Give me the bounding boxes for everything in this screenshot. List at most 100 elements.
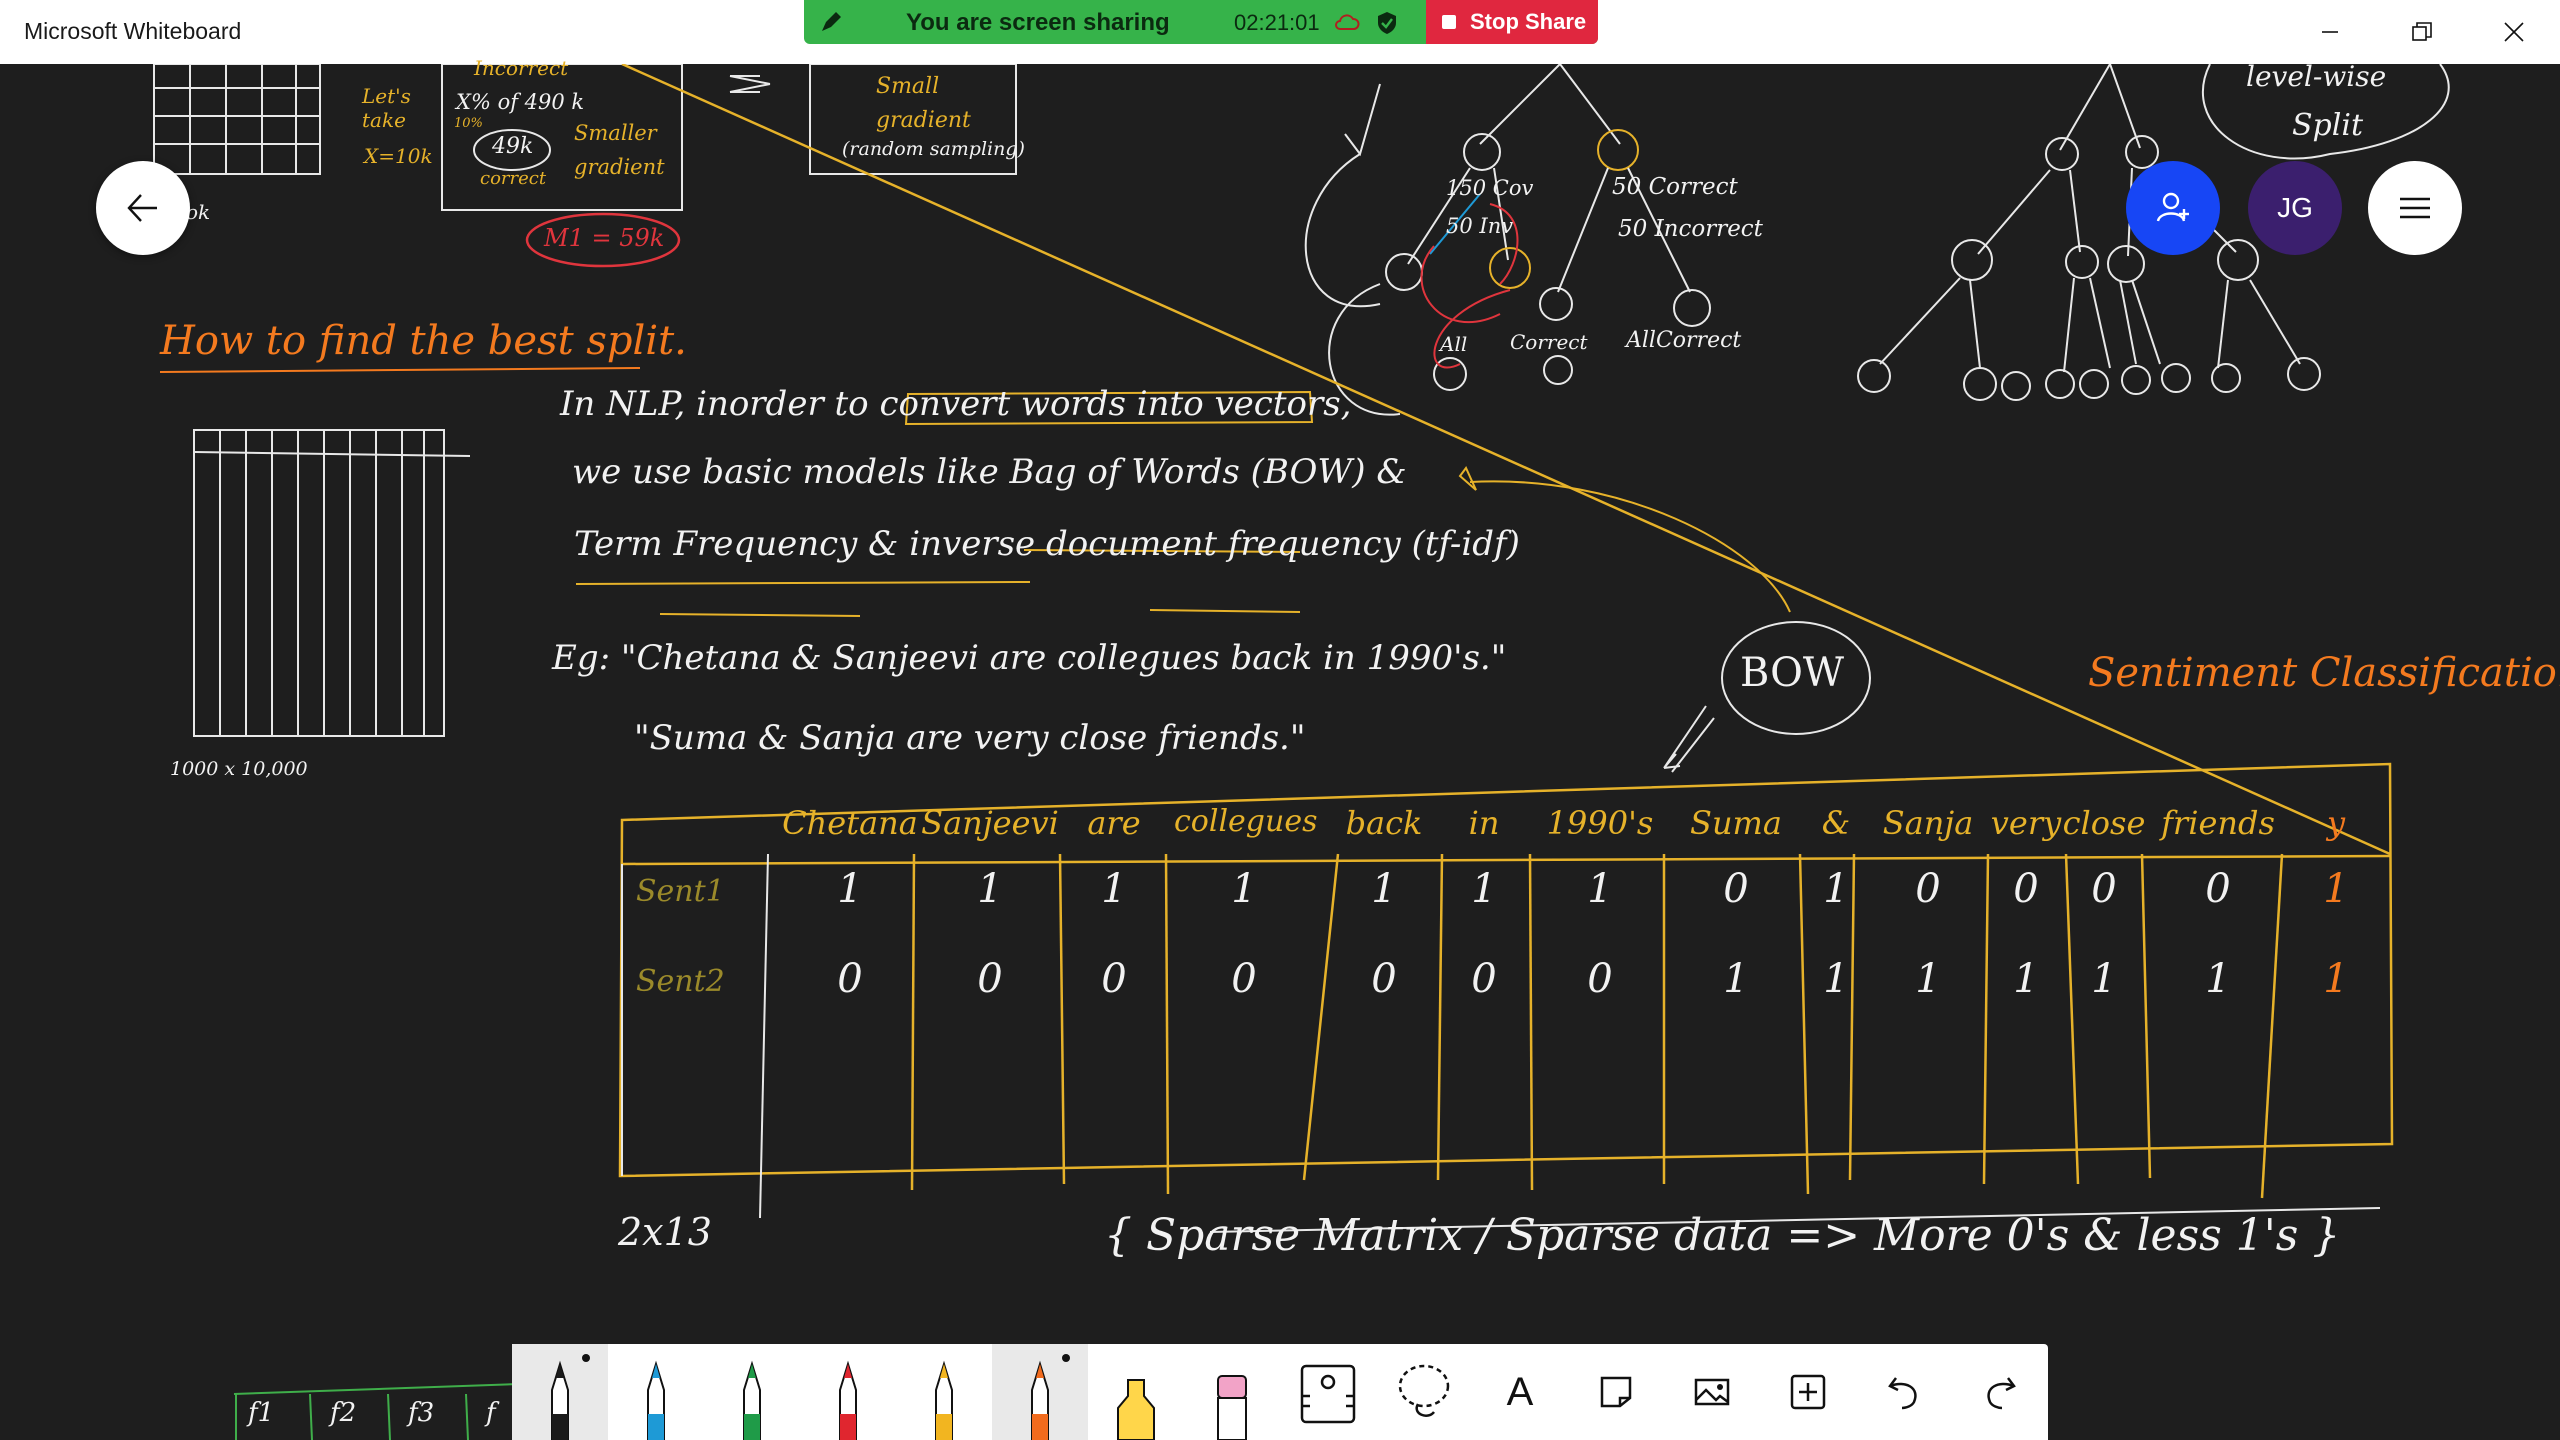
lasso-tool[interactable] [1376,1344,1472,1440]
pen-orange-tool[interactable] [992,1344,1088,1440]
table-cell: 1 [1915,956,1941,1002]
table-cell: 0 [837,956,863,1002]
note-x-10k: X=10k [364,144,433,168]
sparse-matrix-note: { Sparse Matrix / Sparse data => More 0'… [1104,1210,2341,1261]
minimize-button[interactable] [2284,0,2376,64]
screen-share-bar: You are screen sharing 02:21:01 Stop Sha… [804,0,1598,44]
note-all: All [1440,332,1468,356]
note-all-correct: AllCorrect [1626,328,1742,353]
minimize-icon [2322,31,2338,33]
pen-blue-tool[interactable] [608,1344,704,1440]
note-correct: correct [480,168,547,189]
insert-icon [1790,1374,1826,1410]
stop-share-button[interactable]: Stop Share [1426,0,1598,44]
bow-bubble-outline [1663,621,1871,773]
note-random-sampling: (random sampling) [842,138,1025,160]
table-cell: 1 [1823,956,1849,1002]
table-header-cell: Chetana [782,804,918,842]
table-cell: 1 [837,866,863,912]
table-cell: 1 [1371,866,1397,912]
image-tool[interactable] [1664,1344,1760,1440]
table-header-cell: are [1087,804,1141,842]
whiteboard-canvas[interactable]: Let's take X=10k Incorrect X% of 490 k 1… [0,56,2560,1440]
note-correct-leaf: Correct [1510,330,1588,354]
table-cell: 1 [1723,956,1749,1002]
redo-button[interactable] [1952,1344,2048,1440]
pen-icon [839,1360,857,1440]
small-grid-sketch [153,64,321,175]
text-line-4: Eg: "Chetana & Sanjeevi are collegues ba… [552,638,1507,678]
invite-button[interactable] [2126,161,2220,255]
text-line-2: we use basic models like Bag of Words (B… [572,452,1407,492]
undo-button[interactable] [1856,1344,1952,1440]
ruler-tool[interactable] [1280,1344,1376,1440]
arrow-left-icon [127,194,157,222]
pen-black-tool[interactable] [512,1344,608,1440]
table-cell: 0 [1723,866,1749,912]
pen-green-tool[interactable] [704,1344,800,1440]
table-cell: 1 [2205,956,2231,1002]
partial-f3: f3 [408,1398,435,1428]
table-cell: 1 [1471,866,1497,912]
note-small-gradient: Small gradient [876,74,971,133]
pen-icon [743,1360,761,1440]
table-cell: 1 [1101,866,1127,912]
section-heading: How to find the best split. [160,318,687,364]
table-cell: 0 [1231,956,1257,1002]
table-cell: 0 [2013,866,2039,912]
pen-icon [551,1360,569,1440]
close-icon [2504,22,2524,42]
text-icon: A [1506,1369,1534,1414]
note-correct-50: 50 Correct [1612,174,1738,200]
cloud-icon[interactable] [1334,10,1360,36]
lasso-icon [1398,1364,1450,1417]
highlighter-yellow-tool[interactable] [1088,1344,1184,1440]
note-split: Split [2292,108,2364,143]
table-row-label: Sent1 [636,874,725,909]
note-incorrect-50: 50 Incorrect [1618,216,1763,242]
table-header-cell: collegues [1174,804,1318,839]
active-indicator [582,1354,590,1362]
close-button[interactable] [2468,0,2560,64]
table-header-cell: Sanjeevi [921,804,1059,842]
pen-icon [1031,1360,1049,1440]
dimension-note: 2x13 [618,1210,712,1254]
shield-check-icon[interactable] [1374,10,1400,36]
person-add-icon [2156,192,2189,222]
note-percent-of: X% of 490 k [456,90,585,114]
table-cell: 1 [977,866,1003,912]
pen-yellow-tool[interactable] [896,1344,992,1440]
table-cell: 1 [2013,956,2039,1002]
text-line-5: "Suma & Sanja are very close friends." [634,718,1306,758]
table-cell: 1 [1823,866,1849,912]
eraser-tool[interactable] [1184,1344,1280,1440]
large-grid-sketch [193,429,471,737]
share-status-text: You are screen sharing [906,9,1170,36]
note-tool[interactable] [1568,1344,1664,1440]
back-button[interactable] [96,161,190,255]
text-tool[interactable]: A [1472,1344,1568,1440]
pen-red-tool[interactable] [800,1344,896,1440]
menu-button[interactable] [2368,161,2462,255]
eraser-icon [1217,1375,1247,1440]
table-header-cell: y [2326,804,2346,842]
table-cell: 0 [2205,866,2231,912]
table-cell: 1 [2323,956,2349,1002]
table-cell: 0 [1915,866,1941,912]
table-cell: 0 [977,956,1003,1002]
stop-icon [1442,15,1456,29]
note-lets-take: Let's take [362,84,411,132]
restore-button[interactable] [2376,0,2468,64]
grid-dimension-label: 1000 x 10,000 [170,758,308,780]
app-title: Microsoft Whiteboard [24,18,242,44]
table-cell: 1 [2323,866,2349,912]
user-avatar[interactable]: JG [2248,161,2342,255]
annotate-icon[interactable] [818,9,844,35]
pen-icon [935,1360,953,1440]
note-m-value: M1 = 59k [544,224,665,252]
note-level-wise: level-wise [2246,60,2387,93]
insert-tool[interactable] [1760,1344,1856,1440]
sentiment-label: Sentiment Classification [2088,650,2560,696]
image-icon [1694,1378,1730,1406]
highlighter-icon [1117,1379,1155,1440]
